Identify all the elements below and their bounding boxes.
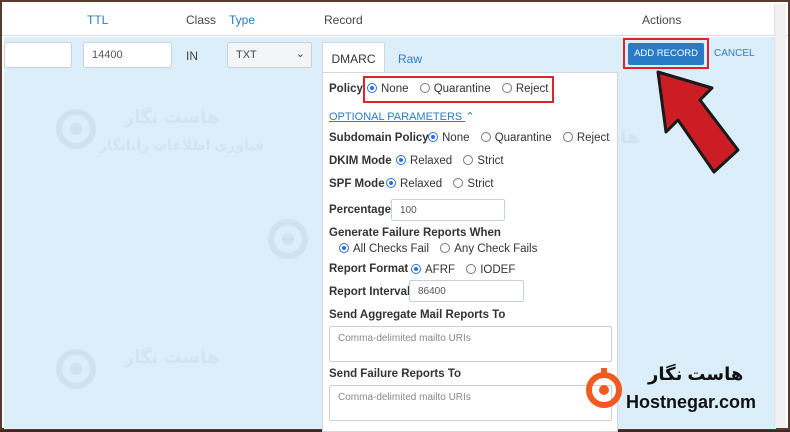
tab-raw[interactable]: Raw — [398, 52, 422, 66]
optional-parameters-toggle[interactable]: OPTIONAL PARAMETERS ⌃ — [329, 110, 475, 123]
pointer-arrow-icon — [656, 70, 740, 174]
failure-reports-label: Generate Failure Reports When — [329, 227, 501, 239]
aggregate-reports-label: Send Aggregate Mail Reports To — [329, 309, 506, 321]
subdomain-policy-options: None Quarantine Reject — [428, 132, 617, 144]
header-actions: Actions — [642, 13, 682, 27]
spf-mode-label: SPF Mode — [329, 178, 385, 190]
subdomain-policy-label: Subdomain Policy — [329, 132, 429, 144]
radio-selected-icon[interactable] — [386, 178, 396, 188]
radio-selected-icon[interactable] — [339, 243, 349, 253]
type-select-value: TXT — [236, 49, 257, 61]
chevron-up-icon: ⌃ — [465, 111, 475, 123]
radio-selected-icon[interactable] — [396, 155, 406, 165]
watermark-logo-icon — [56, 349, 96, 389]
spf-mode-options: Relaxed Strict — [386, 178, 502, 190]
report-format-label: Report Format — [329, 263, 409, 275]
failure-option-all[interactable]: All Checks Fail — [339, 243, 429, 255]
watermark-logo-icon — [56, 109, 96, 149]
radio-icon[interactable] — [463, 155, 474, 165]
failure-reports-to-textarea[interactable]: Comma-delimited mailto URIs — [329, 385, 612, 421]
radio-icon[interactable] — [453, 178, 464, 188]
radio-selected-icon[interactable] — [428, 132, 438, 142]
header-class: Class — [186, 13, 217, 27]
spf-option-strict[interactable]: Strict — [453, 178, 494, 190]
dkim-mode-options: Relaxed Strict — [396, 155, 512, 167]
spf-option-relaxed[interactable]: Relaxed — [386, 178, 442, 190]
format-option-afrf[interactable]: AFRF — [411, 264, 455, 276]
subdomain-option-reject[interactable]: Reject — [562, 132, 609, 144]
aggregate-reports-textarea[interactable]: Comma-delimited mailto URIs — [329, 326, 612, 362]
dkim-option-relaxed[interactable]: Relaxed — [396, 155, 452, 167]
cancel-button[interactable]: CANCEL — [714, 48, 755, 59]
class-value: IN — [186, 49, 198, 63]
tab-dmarc[interactable]: DMARC — [322, 42, 385, 72]
radio-icon[interactable] — [440, 243, 451, 253]
vertical-scrollbar[interactable] — [774, 4, 786, 428]
brand-name-en: Hostnegar.com — [626, 392, 757, 412]
optional-parameters-label: OPTIONAL PARAMETERS — [329, 111, 463, 123]
failure-reports-to-label: Send Failure Reports To — [329, 368, 462, 380]
chevron-down-icon: ⌄ — [295, 48, 305, 60]
radio-icon[interactable] — [466, 264, 477, 274]
type-select[interactable]: TXT ⌄ — [227, 42, 312, 68]
percentage-label: Percentage — [329, 204, 392, 216]
add-record-highlight-box — [623, 38, 709, 69]
dkim-mode-label: DKIM Mode — [329, 155, 392, 167]
watermark-text: هاست نگار — [124, 107, 220, 127]
percentage-input[interactable]: 100 — [391, 199, 505, 221]
hostnegar-logo-icon — [586, 368, 622, 408]
radio-icon[interactable] — [562, 132, 573, 142]
watermark-text: هاست نگار — [124, 347, 220, 367]
name-input[interactable] — [4, 42, 72, 68]
ttl-input[interactable]: 14400 — [83, 42, 172, 68]
report-interval-label: Report Interval — [329, 286, 411, 298]
brand-logo: هاست نگار Hostnegar.com — [584, 360, 774, 420]
table-header: TTL Class Type Record Actions — [2, 4, 788, 36]
watermark-subtext: فناوری اطلاعات رایانگار — [99, 137, 265, 153]
brand-name-fa: هاست نگار — [648, 364, 744, 384]
header-record: Record — [324, 13, 363, 27]
app-window: TTL Class Type Record Actions هاست نگار … — [0, 0, 790, 432]
dkim-option-strict[interactable]: Strict — [463, 155, 504, 167]
subdomain-option-none[interactable]: None — [428, 132, 470, 144]
report-format-options: AFRF IODEF — [411, 264, 523, 276]
subdomain-option-quarantine[interactable]: Quarantine — [480, 132, 552, 144]
failure-reports-options: All Checks Fail Any Check Fails — [339, 243, 545, 255]
report-interval-input[interactable]: 86400 — [409, 280, 524, 302]
radio-icon[interactable] — [480, 132, 491, 142]
radio-selected-icon[interactable] — [411, 264, 421, 274]
header-ttl[interactable]: TTL — [87, 13, 108, 27]
watermark-logo-icon — [268, 219, 308, 259]
header-type[interactable]: Type — [229, 13, 255, 27]
policy-highlight-box — [363, 76, 554, 103]
failure-option-any[interactable]: Any Check Fails — [440, 243, 537, 255]
format-option-iodef[interactable]: IODEF — [466, 264, 515, 276]
policy-label: Policy — [329, 83, 363, 95]
